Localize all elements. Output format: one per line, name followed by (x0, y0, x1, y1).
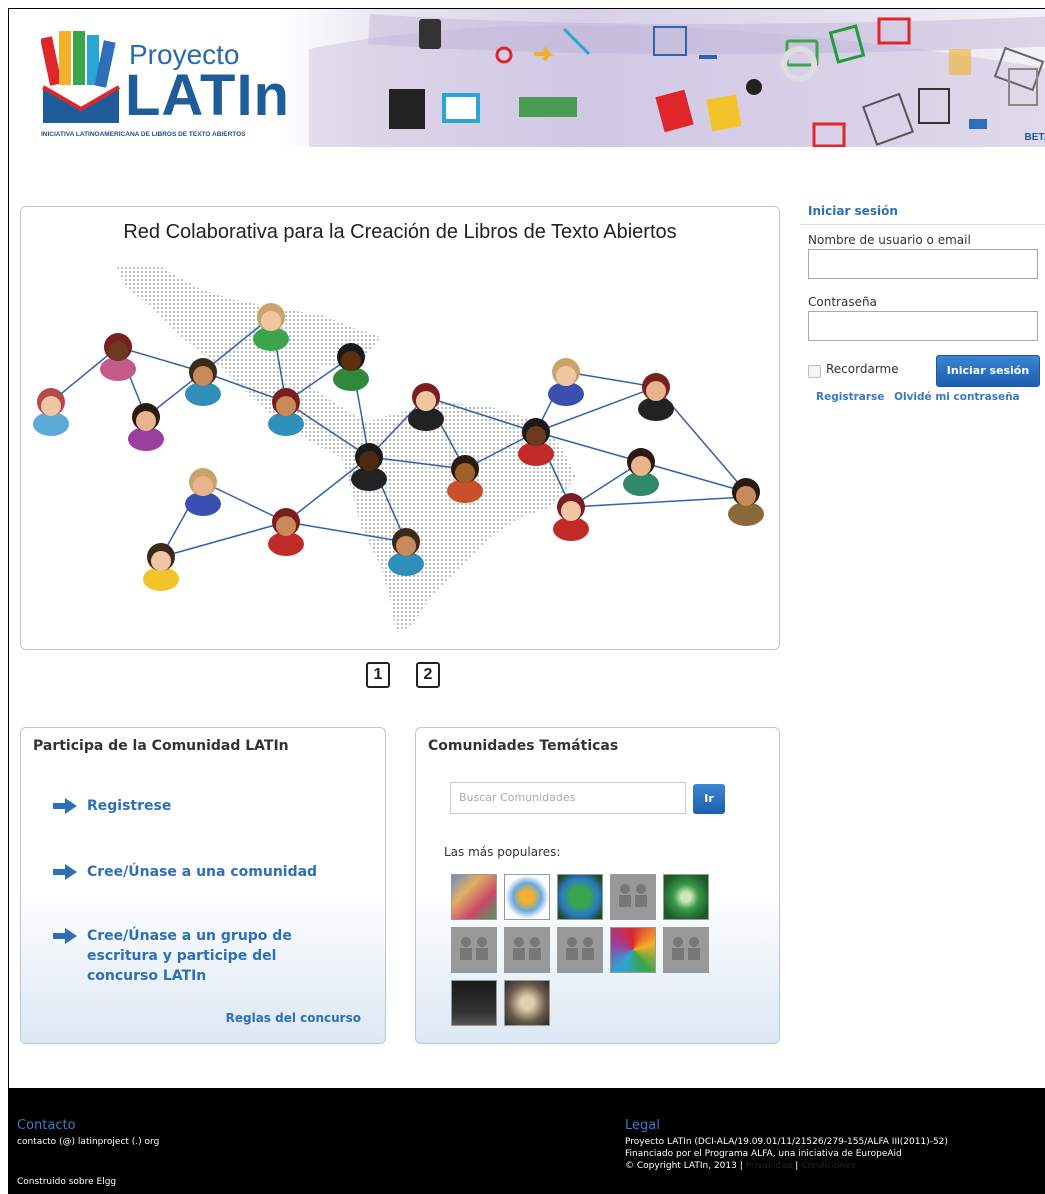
footer: Contacto contacto (@) latinproject (.) o… (9, 1088, 1045, 1194)
login-button[interactable]: Iniciar sesión (936, 355, 1040, 387)
slideshow: Red Colaborativa para la Creación de Lib… (20, 206, 780, 650)
password-label: Contraseña (808, 295, 877, 309)
login-panel: Iniciar sesión Nombre de usuario o email… (800, 200, 1045, 403)
community-thumb[interactable] (663, 927, 709, 973)
participate-heading: Participa de la Comunidad LATIn (33, 738, 289, 754)
password-input[interactable] (808, 311, 1038, 341)
community-thumb[interactable] (451, 874, 497, 920)
communities-box: Comunidades Temáticas Buscar Comunidades… (415, 727, 780, 1044)
community-thumb[interactable] (504, 874, 550, 920)
popular-label: Las más populares: (444, 845, 561, 859)
beta-label: BETA (1024, 132, 1045, 143)
community-thumb[interactable] (451, 980, 497, 1026)
register-link[interactable]: Registrarse (816, 391, 884, 403)
header-banner: Proyecto LATIn INICIATIVA LATINOAMERICAN… (9, 9, 1045, 147)
community-thumb[interactable] (610, 874, 656, 920)
contact-title: Contacto (17, 1118, 76, 1133)
remember-checkbox[interactable] (808, 365, 821, 378)
join-group-label: Cree/Únase a un grupo de escritura y par… (87, 928, 292, 984)
legal-title: Legal (625, 1118, 660, 1133)
default-group-icon (619, 884, 647, 907)
built-on-elgg: Construido sobre Elgg (17, 1177, 117, 1187)
default-group-icon (513, 937, 541, 960)
community-thumb[interactable] (504, 927, 550, 973)
network-map-illustration (33, 265, 764, 632)
contest-rules-link[interactable]: Reglas del concurso (226, 1011, 361, 1025)
join-community-label: Cree/Únase a una comunidad (87, 864, 318, 880)
community-thumb[interactable] (451, 927, 497, 973)
legal-funding: Financiado por el Programa ALFA, una ini… (625, 1149, 902, 1159)
copyright-text: © Copyright LATIn, 2013 | (625, 1161, 743, 1171)
communities-heading: Comunidades Temáticas (428, 738, 619, 754)
legal-copyright-row: © Copyright LATIn, 2013 | Privacidad | C… (625, 1160, 856, 1172)
default-group-icon (566, 937, 594, 960)
books-logo-icon (41, 31, 121, 123)
logo-text-big: LATIn (125, 63, 290, 128)
site-logo[interactable]: Proyecto LATIn INICIATIVA LATINOAMERICAN… (41, 31, 321, 141)
legal-project: Proyecto LATIn (DCI-ALA/19.09.01/11/2152… (625, 1137, 948, 1147)
separator: | (795, 1161, 799, 1171)
default-group-icon (460, 937, 488, 960)
arrow-right-icon (53, 798, 77, 814)
register-item-label: Registrese (87, 798, 172, 814)
slide-title: Red Colaborativa para la Creación de Lib… (123, 221, 677, 243)
participate-box: Participa de la Comunidad LATIn Registre… (20, 727, 386, 1044)
page-2-button[interactable]: 2 (416, 662, 440, 688)
community-search-button[interactable]: Ir (693, 784, 725, 814)
remember-label: Recordarme (826, 362, 899, 376)
community-thumb[interactable] (557, 874, 603, 920)
community-thumb[interactable] (610, 927, 656, 973)
arrow-right-icon (53, 928, 77, 944)
banner-decoration (309, 14, 1045, 147)
username-input[interactable] (808, 249, 1038, 279)
community-thumb[interactable] (557, 927, 603, 973)
logo-tagline: INICIATIVA LATINOAMERICANA DE LIBROS DE … (41, 131, 246, 138)
community-search-input[interactable]: Buscar Comunidades (450, 782, 686, 814)
forgot-password-link[interactable]: Olvidé mi contraseña (894, 391, 1020, 403)
username-label: Nombre de usuario o email (808, 233, 971, 247)
conditions-link[interactable]: Condiciones (801, 1161, 856, 1171)
community-thumb[interactable] (663, 874, 709, 920)
contact-email: contacto (@) latinproject (.) org (17, 1137, 160, 1147)
page-1-button[interactable]: 1 (366, 662, 390, 688)
default-group-icon (672, 937, 700, 960)
privacy-link[interactable]: Privacidad (746, 1161, 793, 1171)
arrow-right-icon (53, 864, 77, 880)
login-heading: Iniciar sesión (800, 200, 1045, 225)
community-thumb[interactable] (504, 980, 550, 1026)
